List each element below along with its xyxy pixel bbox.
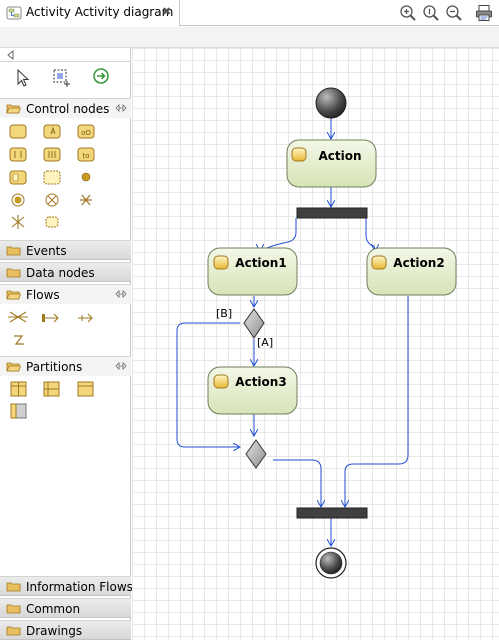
drawer-control-nodes[interactable]: Control nodes	[0, 98, 131, 118]
action2-node[interactable]: Action2	[366, 247, 457, 296]
drawer-label: Drawings	[26, 624, 83, 638]
diagram-tab[interactable]: Activity Activity diagram ✖	[0, 0, 180, 26]
accept-event-action-tool-icon[interactable]	[43, 147, 61, 162]
partition-line-tool-icon[interactable]	[10, 403, 27, 419]
action3-label: Action3	[235, 375, 286, 389]
merge-node[interactable]	[245, 439, 267, 469]
interrupt-flow-tool-icon[interactable]	[14, 335, 24, 345]
join-node[interactable]	[296, 507, 368, 519]
action3-node[interactable]: Action3	[207, 366, 298, 415]
zoom-in-icon[interactable]	[399, 4, 417, 22]
fork-node-tool-icon[interactable]	[11, 215, 25, 229]
send-signal-action-tool-icon[interactable]	[9, 147, 27, 162]
drawer-label: Common	[26, 602, 81, 616]
drawer-label: Control nodes	[26, 102, 110, 116]
drawer-events[interactable]: Events	[0, 240, 131, 260]
flow-fork-to-action2[interactable]	[365, 218, 375, 251]
partition-tool-icon[interactable]	[77, 381, 94, 397]
exception-handler-tool-icon[interactable]	[78, 313, 93, 323]
action-icon	[291, 147, 307, 162]
structured-activity-tool-icon[interactable]	[9, 170, 27, 185]
final-node-tool-icon[interactable]	[11, 193, 25, 207]
flows-tools	[8, 311, 93, 345]
action-icon	[213, 374, 229, 389]
collapse-palette-icon[interactable]	[6, 50, 14, 60]
palette: Control nodes oO to Events Data nodes Fl…	[0, 48, 133, 640]
select-arrow-icon[interactable]	[14, 68, 34, 88]
connection-icon[interactable]	[91, 66, 111, 86]
folder-icon	[6, 582, 21, 592]
folder-icon	[6, 626, 21, 636]
drawer-drawings[interactable]: Drawings	[0, 620, 131, 640]
action1-label: Action1	[235, 256, 286, 270]
drawer-label: Information Flows	[26, 580, 133, 594]
close-icon[interactable]: ✖	[162, 5, 171, 18]
action1-node[interactable]: Action1	[207, 247, 298, 296]
join-node-tool-icon[interactable]	[45, 216, 59, 228]
zoom-out-icon[interactable]	[445, 4, 463, 22]
horizontal-partition-tool-icon[interactable]	[43, 381, 60, 397]
action-label: Action	[318, 149, 361, 163]
folder-icon	[6, 268, 21, 278]
initial-node[interactable]	[315, 87, 347, 119]
fork-node[interactable]	[296, 207, 368, 219]
object-flow-tool-icon[interactable]	[42, 313, 59, 323]
print-icon[interactable]	[475, 4, 493, 22]
vertical-partition-tool-icon[interactable]	[10, 381, 27, 397]
drawer-label: Events	[26, 244, 67, 258]
svg-text:oO: oO	[81, 129, 91, 137]
control-flow-tool-icon[interactable]	[8, 311, 28, 323]
zoom-actual-icon[interactable]	[422, 4, 440, 22]
drawer-common[interactable]: Common	[0, 598, 131, 618]
folder-icon	[6, 604, 21, 614]
action2-label: Action2	[393, 256, 444, 270]
editor-header-strip	[0, 27, 499, 48]
loop-node-tool-icon[interactable]	[43, 170, 61, 185]
flow-final-node-tool-icon[interactable]	[45, 193, 59, 207]
pin-icon[interactable]	[115, 103, 127, 113]
control-nodes-tools: oO to	[9, 124, 95, 229]
drawer-information-flows[interactable]: Information Flows	[0, 576, 133, 596]
drawer-flows[interactable]: Flows	[0, 284, 131, 304]
drawer-data-nodes[interactable]: Data nodes	[0, 262, 131, 282]
folder-icon	[6, 246, 21, 256]
pin-icon[interactable]	[115, 361, 127, 371]
opaque-action-tool-icon[interactable]: to	[77, 147, 95, 162]
activity-final-node[interactable]	[315, 547, 347, 579]
initial-node-tool-icon[interactable]	[81, 172, 91, 182]
diagram-tab-title: Activity Activity diagram	[26, 5, 174, 19]
action-icon	[213, 255, 229, 270]
decision-node-tool-icon[interactable]	[80, 194, 92, 206]
drawer-label: Flows	[26, 288, 60, 302]
editor-tab-bar: Activity Activity diagram ✖	[0, 0, 499, 26]
activity-diagram-icon	[6, 6, 22, 20]
action-node[interactable]: Action	[286, 139, 377, 188]
folder-open-icon	[6, 104, 21, 114]
guard-a-label: [A]	[257, 336, 273, 349]
folder-open-icon	[6, 362, 21, 372]
flow-merge-to-join[interactable]	[273, 459, 321, 507]
action-tool-icon[interactable]	[9, 124, 27, 139]
drawer-partitions[interactable]: Partitions	[0, 356, 131, 376]
action-icon	[371, 255, 387, 270]
drawer-label: Partitions	[26, 360, 83, 374]
drawer-label: Data nodes	[26, 266, 95, 280]
folder-open-icon	[6, 290, 21, 300]
guard-b-label: [B]	[216, 307, 232, 320]
pin-icon[interactable]	[115, 289, 127, 299]
svg-text:to: to	[82, 152, 89, 160]
diagram-canvas[interactable]: Action Action1 Action2 [B] [A] Action3	[132, 48, 499, 640]
call-operation-action-tool-icon[interactable]: oO	[77, 124, 95, 139]
marquee-select-icon[interactable]	[52, 68, 72, 88]
call-behavior-action-tool-icon[interactable]	[43, 124, 61, 139]
decision-node[interactable]	[243, 308, 265, 339]
flow-action2-to-join[interactable]	[345, 296, 409, 507]
partitions-tools	[10, 381, 94, 419]
flow-fork-to-action1[interactable]	[260, 218, 297, 251]
